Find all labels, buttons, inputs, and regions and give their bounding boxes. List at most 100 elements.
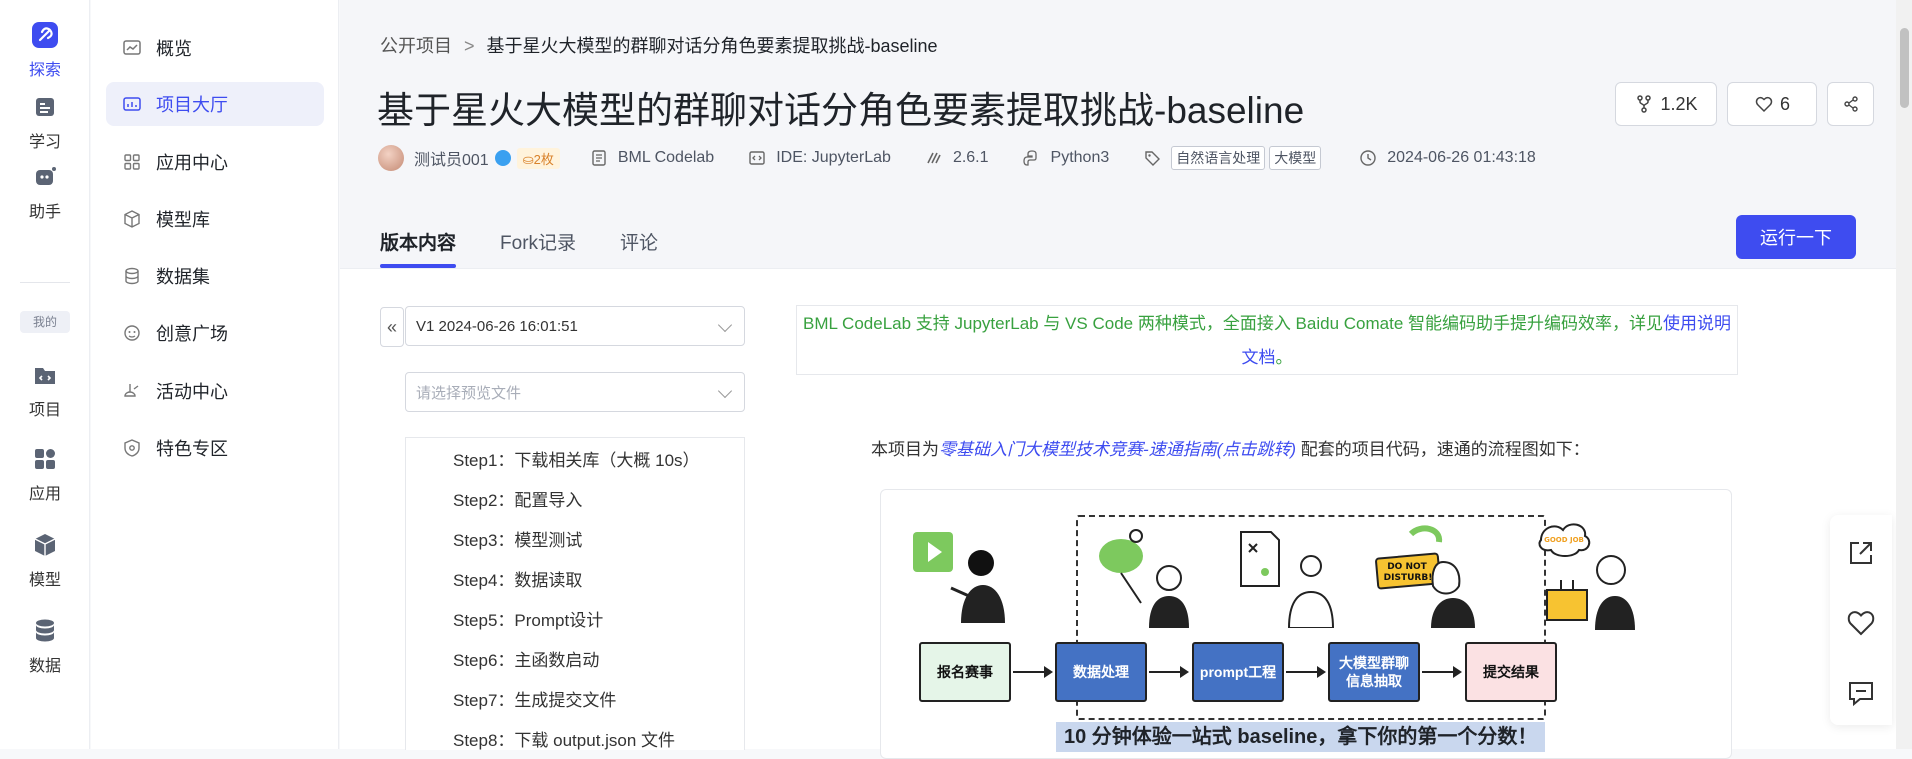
sidebar-item-feature[interactable]: 特色专区: [106, 426, 324, 470]
tab-comments[interactable]: 评论: [620, 228, 658, 268]
share-button[interactable]: [1827, 82, 1874, 126]
sidebar-item-app-center[interactable]: 应用中心: [106, 140, 324, 184]
version-select-value: V1 2024-06-26 16:01:51: [416, 317, 578, 335]
rail-assistant[interactable]: 助手: [0, 162, 90, 222]
sidebar-item-label: 项目大厅: [156, 95, 228, 115]
favorite-heart-icon[interactable]: [1846, 608, 1876, 638]
sidebar-item-creative[interactable]: 创意广场: [106, 311, 324, 355]
version-info: 2.6.1: [925, 149, 989, 167]
sidebar-item-label: 创意广场: [156, 324, 228, 344]
like-button[interactable]: 6: [1727, 82, 1817, 126]
fork-icon: [1637, 95, 1652, 113]
project-hall-icon: [123, 97, 141, 111]
app-icon: [35, 449, 55, 469]
tab-version-content[interactable]: 版本内容: [380, 228, 457, 268]
intro-prefix: 本项目为: [871, 440, 939, 459]
signup-illustration: [913, 532, 1005, 623]
toc-item[interactable]: Step1：下载相关库（大概 10s）: [453, 446, 700, 471]
flow-arrow: [1286, 666, 1326, 678]
toc-item[interactable]: Step7：生成提交文件: [453, 686, 616, 711]
app-rail: 探索 学习 助手 我的 项目 应用 模型 数据: [0, 0, 90, 749]
datetime-info: 2024-06-26 01:43:18: [1359, 149, 1536, 167]
sidebar-item-label: 活动中心: [156, 382, 228, 402]
floating-action-bar: [1830, 515, 1892, 725]
notice-end: 。: [1275, 348, 1293, 367]
dataset-icon: [125, 267, 139, 285]
rail-data[interactable]: 数据: [0, 616, 90, 676]
flow-step-submit: 提交结果: [1465, 642, 1557, 702]
toc-item[interactable]: Step4：数据读取: [453, 566, 582, 591]
preview-file-select[interactable]: 请选择预览文件: [405, 372, 745, 412]
table-of-contents: Step1：下载相关库（大概 10s） Step2：配置导入 Step3：模型测…: [405, 437, 745, 750]
project-header: 公开项目 > 基于星火大模型的群聊对话分角色要素提取挑战-baseline 基于星火…: [340, 0, 1912, 268]
author-info[interactable]: 测试员001 ⛀2枚: [378, 145, 560, 171]
page-scrollbar[interactable]: [1896, 0, 1912, 749]
preview-file-placeholder: 请选择预览文件: [416, 384, 522, 402]
language-info: Python3: [1022, 149, 1110, 167]
rail-learn-label: 学习: [28, 134, 61, 151]
feedback-icon[interactable]: [1846, 678, 1876, 708]
creative-icon: [124, 325, 140, 341]
intro-paragraph: 本项目为零基础入门大模型技术竞赛-速通指南(点击跳转) 配套的项目代码，速通的流…: [871, 435, 1590, 460]
model-library-icon: [124, 210, 140, 228]
notice-link-docs[interactable]: 文档: [1242, 348, 1276, 367]
sidebar-item-label: 特色专区: [156, 439, 228, 459]
tag-llm[interactable]: 大模型: [1269, 146, 1322, 170]
breadcrumb-public-projects[interactable]: 公开项目: [380, 36, 452, 56]
paddle-icon: [927, 152, 941, 164]
sidebar-item-activity[interactable]: 活动中心: [106, 369, 324, 413]
toc-item[interactable]: Step2：配置导入: [453, 486, 582, 511]
document-icon: [592, 150, 606, 166]
rail-learn[interactable]: 学习: [0, 92, 90, 152]
app-center-icon: [124, 154, 140, 170]
chevron-down-icon: [717, 383, 733, 399]
like-count: 6: [1779, 93, 1790, 114]
rail-data-label: 数据: [28, 658, 61, 675]
sidebar-item-dataset[interactable]: 数据集: [106, 254, 324, 298]
platform-label: BML Codelab: [617, 149, 715, 166]
sidebar-item-project-hall[interactable]: 项目大厅: [106, 82, 324, 126]
prompt-engineering-illustration: [1240, 531, 1335, 628]
project-icon: [35, 368, 55, 384]
ide-info: IDE: JupyterLab: [748, 149, 891, 167]
language-label: Python3: [1050, 149, 1110, 166]
toc-item[interactable]: Step5：Prompt设计: [453, 606, 603, 631]
rail-project[interactable]: 项目: [0, 360, 90, 420]
avatar[interactable]: [378, 145, 404, 171]
sidebar-item-label: 概览: [156, 39, 192, 59]
code-window-icon: [749, 151, 765, 165]
speedrun-guide-link[interactable]: 零基础入门大模型技术竞赛-速通指南(点击跳转): [939, 440, 1296, 459]
main-area: 公开项目 > 基于星火大模型的群聊对话分角色要素提取挑战-baseline 基于星火…: [340, 0, 1912, 759]
share-icon: [1843, 96, 1858, 112]
version-content-panel: « V1 2024-06-26 16:01:51 请选择预览文件 Step1：下…: [340, 268, 1912, 759]
sidebar-item-overview[interactable]: 概览: [106, 26, 324, 70]
page-title: 基于星火大模型的群聊对话分角色要素提取挑战-baseline: [377, 90, 1305, 131]
notice-link-usage[interactable]: 使用说明: [1663, 314, 1731, 333]
dnd-sign-text: DO NOT: [1387, 562, 1427, 572]
toc-item[interactable]: Step8：下载 output.json 文件: [453, 726, 675, 751]
dnd-sign-text: DISTURB!: [1384, 573, 1433, 583]
run-button[interactable]: 运行一下: [1736, 215, 1856, 259]
rail-model[interactable]: 模型: [0, 530, 90, 590]
secondary-sidebar: 概览 项目大厅 应用中心 模型库 数据集 创意广场 活动中心 特色专区: [91, 0, 339, 749]
fork-button[interactable]: 1.2K: [1615, 82, 1717, 126]
sidebar-item-model-library[interactable]: 模型库: [106, 197, 324, 241]
rail-explore[interactable]: 探索: [0, 20, 90, 80]
collapse-panel-button[interactable]: «: [380, 307, 404, 347]
tab-fork-records[interactable]: Fork记录: [500, 228, 576, 268]
rail-explore-label: 探索: [28, 62, 61, 79]
author-name[interactable]: 测试员001: [414, 146, 489, 170]
flow-banner: 10 分钟体验一站式 baseline，拿下你的第一个分数！: [1056, 722, 1546, 752]
version-select[interactable]: V1 2024-06-26 16:01:51: [405, 306, 745, 346]
tag-nlp[interactable]: 自然语言处理: [1171, 146, 1266, 170]
flow-step-llm-extraction: 大模型群聊信息抽取: [1328, 642, 1420, 702]
breadcrumb-current: 基于星火大模型的群聊对话分角色要素提取挑战-baseline: [486, 36, 938, 56]
toc-item[interactable]: Step3：模型测试: [453, 526, 582, 551]
toc-item[interactable]: Step6：主函数启动: [453, 646, 599, 671]
good-job-illustration: GOOD JOB: [1538, 523, 1635, 630]
flow-arrow: [1149, 666, 1189, 678]
page-scrollbar-thumb[interactable]: [1900, 28, 1909, 108]
double-chevron-left-icon: «: [386, 316, 397, 337]
rail-app[interactable]: 应用: [0, 444, 90, 504]
open-external-icon[interactable]: [1846, 538, 1876, 568]
